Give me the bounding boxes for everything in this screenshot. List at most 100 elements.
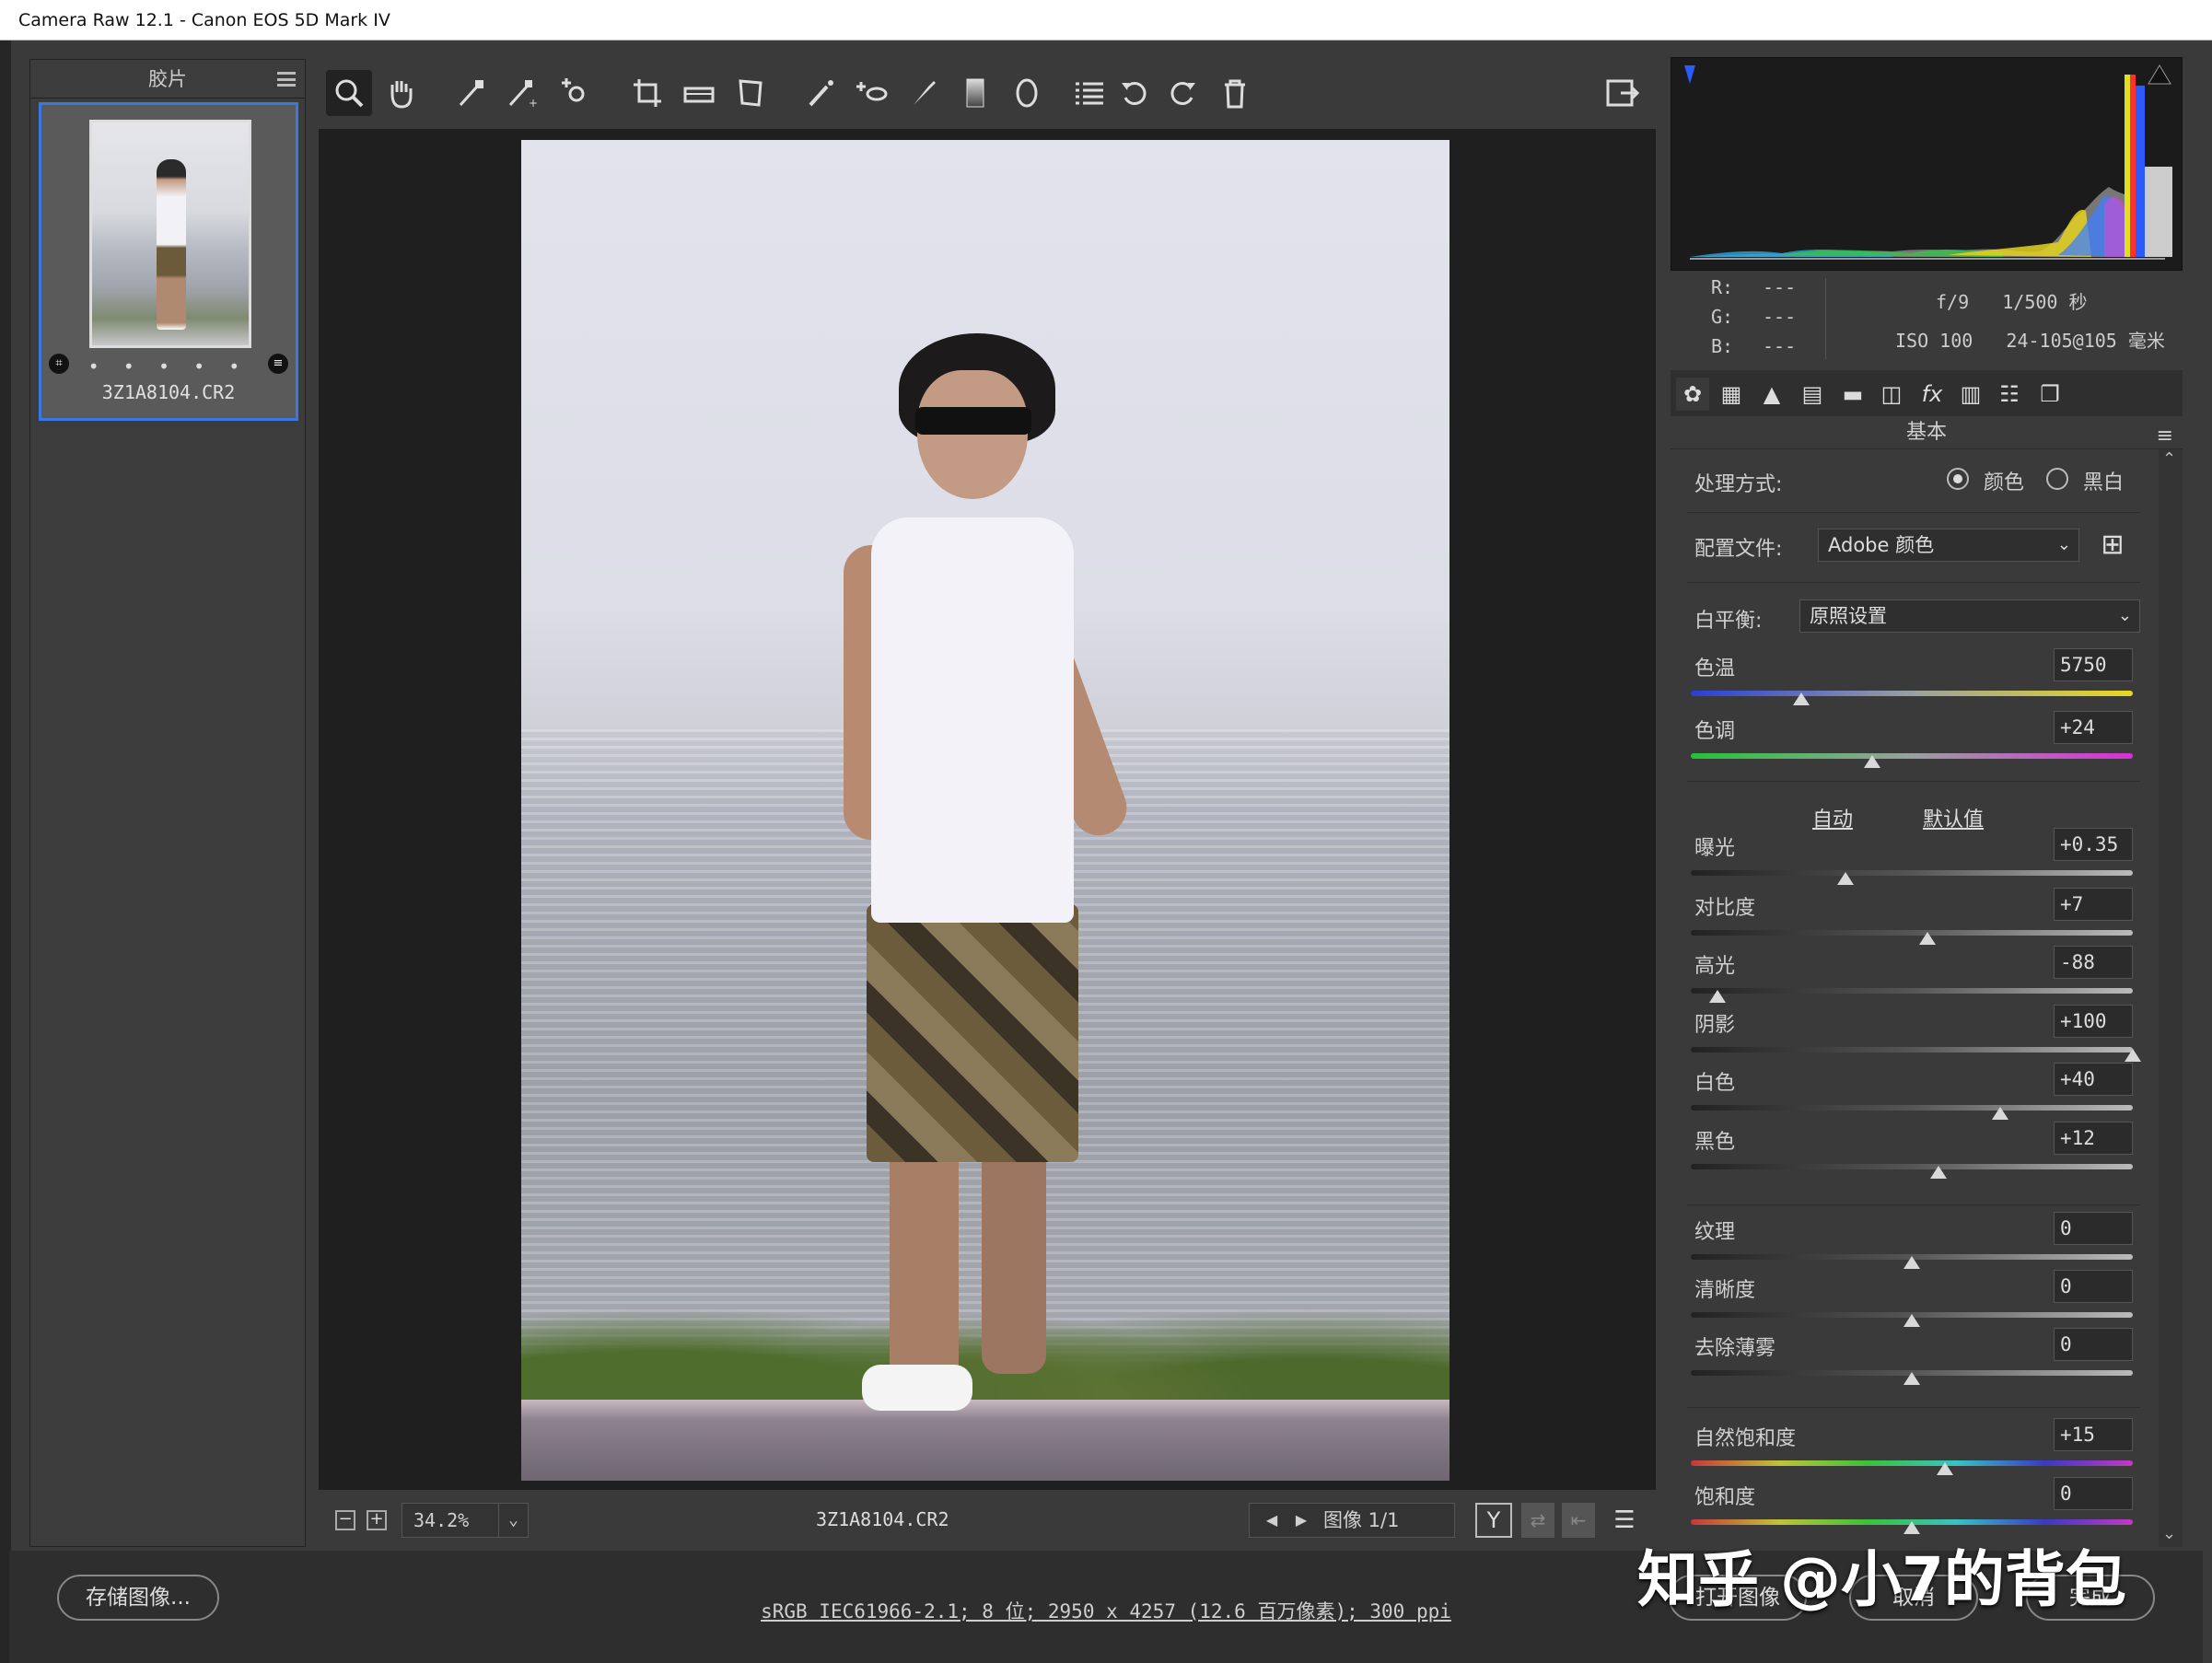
zoom-level-select[interactable]: 34.2% ⌄ [402,1503,529,1538]
adjustment-brush-icon[interactable] [901,70,947,116]
treatment-bw-radio[interactable] [2046,468,2068,490]
slider-9-handle[interactable] [1903,1314,1920,1327]
shadow-clipping-icon[interactable] [1675,62,1697,84]
slider-7-handle[interactable] [1929,1166,1947,1179]
profile-select[interactable]: Adobe 颜色 ⌄ [1818,529,2079,562]
treatment-color-label: 颜色 [1984,471,2025,494]
slider-1-track[interactable] [1691,753,2133,759]
slider-4-value-field[interactable]: -88 [2054,946,2133,979]
tab-tone-curve[interactable]: ▦ [1715,378,1748,411]
scroll-up-icon[interactable]: ⌃ [2162,449,2176,469]
slider-2-handle[interactable] [1837,872,1854,885]
prev-image-icon[interactable]: ◀ [1259,1504,1285,1537]
thumbnail-filename: 3Z1A8104.CR2 [101,381,236,403]
filmstrip-thumbnail[interactable]: ⌗ ≡ • • • • • 3Z1A8104.CR2 [39,102,298,421]
slider-6-value-field[interactable]: +40 [2054,1063,2133,1096]
thumbnail-person [157,159,186,330]
rating-dots[interactable]: • • • • • [41,355,296,378]
slider-2-track[interactable] [1691,870,2133,876]
color-sampler-icon[interactable]: + [499,70,545,116]
crop-icon[interactable] [624,70,670,116]
slider-6-handle[interactable] [1992,1107,2008,1120]
filmstrip-menu-icon[interactable] [277,72,296,87]
watermark-text: 知乎 @小7的背包 [1637,1544,2126,1615]
slider-3-handle[interactable] [1918,932,1936,945]
tab-split-toning[interactable]: ▬ [1836,378,1869,411]
preferences-icon[interactable] [1066,70,1112,116]
hand-icon[interactable] [378,70,424,116]
tab-presets[interactable]: ☷ [1993,378,2026,411]
slider-11-value-field[interactable]: +15 [2054,1418,2133,1451]
before-after-toggle-icon[interactable]: Y [1475,1503,1512,1538]
panel-menu-icon[interactable]: ≡ [2157,420,2173,453]
rotate-cw-icon[interactable] [1158,70,1205,116]
slider-0-value-field[interactable]: 5750 [2054,648,2133,681]
straighten-icon[interactable] [676,70,722,116]
window-title: Camera Raw 12.1 - Canon EOS 5D Mark IV [0,0,2212,41]
slider-12-value-field[interactable]: 0 [2054,1477,2133,1510]
slider-2-value-field[interactable]: +0.35 [2054,828,2133,861]
trash-icon[interactable] [1212,70,1258,116]
slider-4-handle[interactable] [1708,990,1726,1003]
tab-lens[interactable]: ◫ [1875,378,1908,411]
slider-3-track[interactable] [1691,930,2133,936]
transform-icon[interactable] [728,70,774,116]
slider-1-value-field[interactable]: +24 [2054,711,2133,744]
tab-hsl[interactable]: ▤ [1796,378,1829,411]
slider-5-value-field[interactable]: +100 [2054,1005,2133,1038]
target-adjust-icon[interactable] [553,70,599,116]
zoom-out-button[interactable]: − [335,1510,355,1530]
slider-7-value-field[interactable]: +12 [2054,1122,2133,1155]
panel-scrollbar[interactable]: ⌃ ⌄ [2159,449,2183,1547]
slider-5-handle[interactable] [2125,1049,2141,1062]
spot-removal-icon[interactable] [797,70,844,116]
slider-0-track[interactable] [1691,691,2133,696]
tab-basic[interactable]: ✿ [1676,378,1709,411]
graduated-filter-icon[interactable] [952,70,998,116]
copy-settings-icon[interactable]: ⇤ [1562,1503,1595,1538]
tab-snapshots[interactable]: ❐ [2033,378,2066,411]
white-balance-icon[interactable] [448,70,494,116]
tab-effects[interactable]: fx [1915,378,1949,411]
slider-0-handle[interactable] [1793,692,1810,705]
auto-link[interactable]: 自动 [1812,803,1853,832]
next-image-icon[interactable]: ▶ [1288,1504,1314,1537]
slider-11-handle[interactable] [1937,1462,1953,1475]
preview-photo[interactable] [521,140,1449,1481]
radial-filter-icon[interactable] [1004,70,1050,116]
scroll-down-icon[interactable]: ⌄ [2162,1524,2176,1543]
slider-3-value-field[interactable]: +7 [2054,888,2133,921]
wb-select[interactable]: 原照设置 ⌄ [1799,599,2140,633]
slider-10-handle[interactable] [1903,1372,1920,1385]
slider-8-value-field[interactable]: 0 [2054,1212,2133,1245]
zoom-icon[interactable] [326,70,372,116]
slider-8-label: 纹理 [1694,1221,1736,1244]
default-link[interactable]: 默认值 [1923,803,1984,832]
slider-2-label: 曝光 [1694,837,1736,860]
slider-11-track[interactable] [1691,1460,2133,1466]
slider-6-track[interactable] [1691,1105,2133,1111]
slider-1-handle[interactable] [1863,755,1880,768]
chevron-down-icon[interactable]: ⌄ [498,1504,528,1537]
swap-before-after-icon[interactable]: ⇄ [1521,1503,1554,1538]
tab-calibration[interactable]: ▥ [1954,378,1987,411]
red-eye-icon[interactable] [849,70,895,116]
wb-label: 白平衡: [1694,610,1763,633]
profile-browser-icon[interactable]: ⊞ [2094,527,2131,564]
slider-4-track[interactable] [1691,988,2133,994]
slider-5-label: 阴影 [1694,1014,1736,1037]
profile-label: 配置文件: [1694,538,1783,561]
slider-10-value-field[interactable]: 0 [2054,1328,2133,1361]
panel-title: 基本 ≡ [1671,416,2183,449]
slider-5-track[interactable] [1691,1047,2133,1052]
zoom-in-button[interactable]: + [367,1510,387,1530]
info-b-label: B: [1711,335,1734,357]
rotate-ccw-icon[interactable] [1112,70,1158,116]
tab-detail[interactable]: ▲ [1755,378,1788,411]
treatment-color-radio[interactable] [1947,468,1969,490]
slider-8-handle[interactable] [1903,1256,1920,1269]
slider-9-value-field[interactable]: 0 [2054,1270,2133,1303]
fullscreen-toggle-icon[interactable] [1599,70,1645,116]
slider-7-track[interactable] [1691,1164,2133,1169]
panel-title-text: 基本 [1905,421,1947,444]
